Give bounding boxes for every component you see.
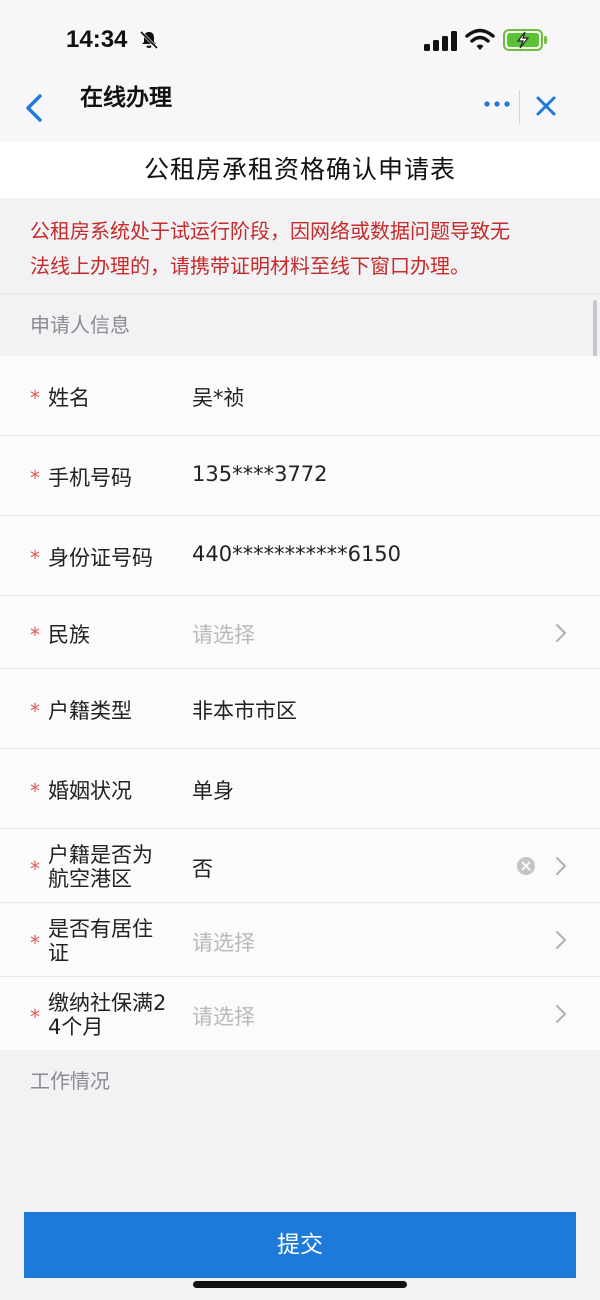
nav-title: 在线办理 (80, 85, 172, 111)
field-phone[interactable]: * 手机号码 135****3772 (0, 436, 600, 516)
field-label-line-1: 户籍是否为 (48, 843, 153, 867)
field-label: 身份证号码 (48, 546, 153, 570)
nav-bar: 在线办理 (0, 72, 600, 142)
required-mark: * (30, 1005, 40, 1029)
required-mark: * (30, 931, 40, 955)
required-mark: * (30, 699, 40, 723)
field-ethnicity[interactable]: * 民族 请选择 (0, 596, 600, 669)
field-value: 非本市市区 (192, 699, 297, 723)
field-residence-permit[interactable]: * 是否有居住 证 请选择 (0, 903, 600, 977)
field-label-line-2: 航空港区 (48, 867, 132, 891)
field-value: 135****3772 (192, 462, 328, 486)
required-mark: * (30, 466, 40, 490)
field-household-type[interactable]: * 户籍类型 非本市市区 (0, 669, 600, 749)
field-label: 手机号码 (48, 466, 132, 490)
field-name[interactable]: * 姓名 吴*祯 (0, 356, 600, 436)
field-placeholder: 请选择 (192, 1005, 255, 1029)
field-value: 440***********6150 (192, 542, 402, 566)
home-indicator[interactable] (193, 1281, 407, 1288)
field-label: 姓名 (48, 386, 90, 410)
field-label: 婚姻状况 (48, 779, 132, 803)
field-value: 吴*祯 (192, 386, 245, 410)
form-list: * 姓名 吴*祯 * 手机号码 135****3772 * 身份证号码 440*… (0, 356, 600, 1051)
field-marital-status[interactable]: * 婚姻状况 单身 (0, 749, 600, 829)
chevron-right-icon (556, 931, 567, 949)
section-applicant-info: 申请人信息 (0, 294, 600, 356)
field-label: 民族 (48, 623, 90, 647)
required-mark: * (30, 779, 40, 803)
field-social-insurance[interactable]: * 缴纳社保满2 4个月 请选择 (0, 977, 600, 1051)
status-bar: 14:34 (0, 0, 600, 72)
required-mark: * (30, 386, 40, 410)
field-label: 是否有居住 证 (48, 917, 178, 965)
battery-charging-icon (503, 29, 547, 51)
wifi-icon (465, 28, 495, 50)
section-work-situation: 工作情况 (0, 1050, 600, 1112)
field-placeholder: 请选择 (192, 623, 255, 647)
chevron-right-icon (556, 624, 567, 642)
field-placeholder: 请选择 (192, 931, 255, 955)
back-icon[interactable] (20, 90, 50, 126)
field-value: 单身 (192, 779, 234, 803)
field-label-line-2: 证 (48, 941, 69, 965)
field-label-line-1: 缴纳社保满2 (48, 991, 167, 1015)
field-label: 缴纳社保满2 4个月 (48, 991, 178, 1039)
chevron-right-icon (556, 1005, 567, 1023)
bell-off-icon (139, 30, 159, 50)
field-label-line-1: 是否有居住 (48, 917, 153, 941)
field-value: 否 (192, 857, 213, 881)
clear-icon[interactable] (516, 856, 536, 876)
status-time: 14:34 (66, 26, 128, 53)
notice-line-1: 公租房系统处于试运行阶段，因网络或数据问题导致无 (30, 219, 510, 243)
required-mark: * (30, 546, 40, 570)
signal-icon (424, 31, 457, 51)
submit-button[interactable]: 提交 (24, 1212, 576, 1278)
chevron-right-icon (556, 857, 567, 875)
field-label-line-2: 4个月 (48, 1015, 104, 1039)
nav-divider (519, 90, 520, 124)
required-mark: * (30, 857, 40, 881)
close-icon[interactable] (534, 94, 558, 118)
field-airport-zone[interactable]: * 户籍是否为 航空港区 否 (0, 829, 600, 903)
required-mark: * (30, 623, 40, 647)
field-label: 户籍类型 (48, 699, 132, 723)
notice-banner: 公租房系统处于试运行阶段，因网络或数据问题导致无 法线上办理的，请携带证明材料至… (0, 198, 600, 294)
field-label: 户籍是否为 航空港区 (48, 843, 178, 891)
more-icon[interactable] (482, 98, 512, 110)
field-id-number[interactable]: * 身份证号码 440***********6150 (0, 516, 600, 596)
form-title-bar: 公租房承租资格确认申请表 (0, 142, 600, 198)
notice-line-2: 法线上办理的，请携带证明材料至线下窗口办理。 (30, 254, 470, 278)
form-title: 公租房承租资格确认申请表 (143, 155, 456, 184)
